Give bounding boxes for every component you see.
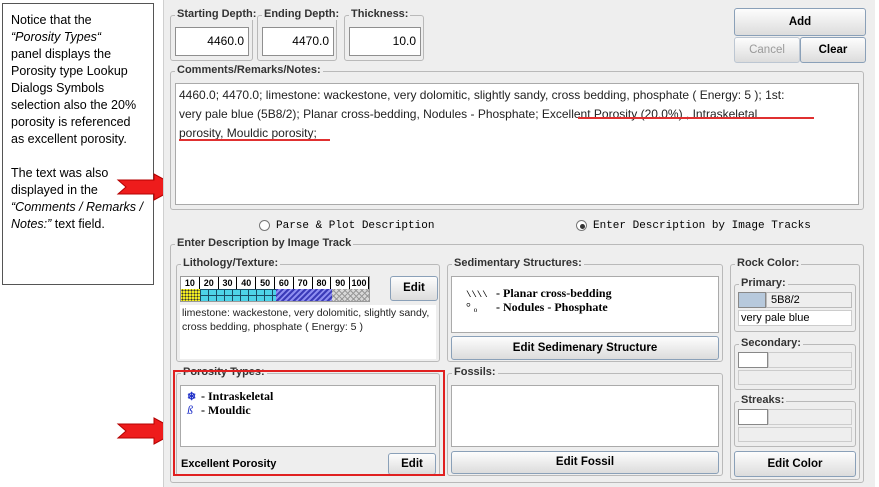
texture-pattern-icon bbox=[332, 289, 369, 301]
cancel-button[interactable]: Cancel bbox=[734, 37, 800, 63]
ending-depth-group: Ending Depth: 4470.0 bbox=[257, 8, 342, 61]
secondary-color-swatch[interactable] bbox=[738, 352, 768, 368]
secondary-color-label: Secondary: bbox=[739, 337, 803, 349]
image-track-label: Enter Description by Image Track bbox=[175, 237, 354, 249]
parse-radio-label: Parse & Plot Description bbox=[276, 220, 435, 232]
fossils-list[interactable] bbox=[451, 385, 719, 447]
annotation-text: text field. bbox=[54, 217, 105, 231]
sedimentary-item: ° ₒ - Nodules - Phosphate bbox=[466, 300, 608, 315]
streaks-color-swatch[interactable] bbox=[738, 409, 768, 425]
sedimentary-item: \\\\ - Planar cross-bedding bbox=[466, 286, 612, 301]
secondary-color-group: Secondary: bbox=[734, 337, 856, 390]
ending-depth-label: Ending Depth: bbox=[262, 8, 342, 20]
lithology-scale: 10 20 30 40 50 60 70 80 90 100 bbox=[181, 277, 369, 289]
rock-color-label: Rock Color: bbox=[735, 257, 802, 269]
secondary-color-name bbox=[738, 370, 852, 385]
fossils-label: Fossils: bbox=[452, 366, 498, 378]
annotation-text: The text was also displayed in the bbox=[11, 166, 109, 197]
comments-line: very pale blue (5B8/2); Planar cross-bed… bbox=[179, 105, 855, 124]
lithology-scale-tick: 30 bbox=[219, 277, 238, 289]
sedimentary-item-label: - Nodules - Phosphate bbox=[496, 300, 608, 314]
streaks-color-name bbox=[738, 427, 852, 442]
edit-color-button[interactable]: Edit Color bbox=[734, 451, 856, 477]
sedimentary-item-label: - Planar cross-bedding bbox=[496, 286, 612, 300]
nodules-icon: ° ₒ bbox=[466, 300, 478, 314]
lithology-scale-tick: 90 bbox=[331, 277, 351, 289]
streaks-color-group: Streaks: bbox=[734, 394, 856, 447]
parse-radio[interactable]: Parse & Plot Description bbox=[259, 220, 439, 234]
enter-radio-button[interactable] bbox=[576, 220, 587, 231]
lithology-scale-tick: 40 bbox=[237, 277, 257, 289]
secondary-color-code bbox=[768, 352, 852, 368]
highlight-underline bbox=[578, 117, 814, 119]
application-panel: Starting Depth: 4460.0 Ending Depth: 447… bbox=[163, 0, 875, 487]
edit-fossil-button[interactable]: Edit Fossil bbox=[451, 451, 719, 474]
annotation-emphasis: “Porosity Types“ bbox=[11, 30, 102, 44]
add-button[interactable]: Add bbox=[734, 8, 866, 36]
sand-pattern-icon bbox=[181, 289, 200, 301]
annotation-note: Notice that the “Porosity Types“ panel d… bbox=[2, 3, 154, 285]
fossils-group: Fossils: Edit Fossil bbox=[447, 366, 723, 476]
annotation-text: Notice that the bbox=[11, 13, 92, 27]
lithology-scale-tick: 20 bbox=[200, 277, 219, 289]
lithology-scale-tick: 60 bbox=[275, 277, 294, 289]
comments-label: Comments/Remarks/Notes: bbox=[175, 64, 323, 76]
lithology-scale-tick: 50 bbox=[256, 277, 275, 289]
sedimentary-list[interactable]: \\\\ - Planar cross-bedding ° ₒ - Nodules … bbox=[451, 276, 719, 333]
primary-color-name: very pale blue bbox=[738, 310, 852, 326]
annotation-text: panel displays the Porosity type Lookup … bbox=[11, 47, 137, 146]
ending-depth-field[interactable]: 4470.0 bbox=[262, 27, 334, 56]
edit-sedimentary-structure-button[interactable]: Edit Sedimenary Structure bbox=[451, 336, 719, 360]
primary-color-code: 5B8/2 bbox=[766, 292, 852, 308]
thickness-field[interactable]: 10.0 bbox=[349, 27, 421, 56]
streaks-color-code bbox=[768, 409, 852, 425]
comments-text: very pale blue (5B8/2); Planar cross-bed… bbox=[179, 107, 542, 121]
lithology-scale-tick: 80 bbox=[313, 277, 332, 289]
comments-textarea[interactable]: 4460.0; 4470.0; limestone: wackestone, v… bbox=[175, 83, 859, 205]
enter-radio-label: Enter Description by Image Tracks bbox=[593, 220, 811, 232]
clear-button[interactable]: Clear bbox=[800, 37, 866, 63]
dolomite-pattern-icon bbox=[276, 289, 332, 301]
lithology-scale-tick: 100 bbox=[350, 277, 369, 289]
planar-cross-bedding-icon: \\\\ bbox=[466, 290, 488, 300]
streaks-color-label: Streaks: bbox=[739, 394, 787, 406]
starting-depth-label: Starting Depth: bbox=[175, 8, 259, 20]
annotation-paragraph-1: Notice that the “Porosity Types“ panel d… bbox=[11, 12, 147, 148]
lithology-track[interactable]: 10 20 30 40 50 60 70 80 90 100 bbox=[180, 276, 370, 302]
thickness-label: Thickness: bbox=[349, 8, 411, 20]
limestone-pattern-icon bbox=[200, 289, 276, 301]
sedimentary-group: Sedimentary Structures: \\\\ - Planar cro… bbox=[447, 257, 723, 362]
parse-radio-button[interactable] bbox=[259, 220, 270, 231]
rock-color-group: Rock Color: Primary: 5B8/2 very pale blu… bbox=[730, 257, 860, 480]
primary-color-label: Primary: bbox=[739, 277, 788, 289]
primary-color-group: Primary: 5B8/2 very pale blue bbox=[734, 277, 856, 332]
lithology-scale-tick: 10 bbox=[181, 277, 200, 289]
enter-radio[interactable]: Enter Description by Image Tracks bbox=[576, 220, 836, 234]
lithology-scale-tick: 70 bbox=[294, 277, 313, 289]
lithology-edit-button[interactable]: Edit bbox=[390, 276, 438, 301]
thickness-group: Thickness: 10.0 bbox=[344, 8, 424, 61]
starting-depth-group: Starting Depth: 4460.0 bbox=[170, 8, 259, 61]
lithology-label: Lithology/Texture: bbox=[181, 257, 281, 269]
comments-group: Comments/Remarks/Notes: 4460.0; 4470.0; … bbox=[170, 64, 864, 210]
starting-depth-field[interactable]: 4460.0 bbox=[175, 27, 249, 56]
comments-line: 4460.0; 4470.0; limestone: wackestone, v… bbox=[179, 88, 785, 102]
highlight-underline bbox=[179, 139, 330, 141]
primary-color-swatch[interactable] bbox=[738, 292, 766, 308]
lithology-description: limestone: wackestone, very dolomitic, s… bbox=[180, 305, 436, 359]
sedimentary-label: Sedimentary Structures: bbox=[452, 257, 584, 269]
porosity-highlight-box bbox=[173, 370, 445, 476]
lithology-group: Lithology/Texture: 10 20 30 40 50 60 70 80 90 100… bbox=[176, 257, 440, 362]
